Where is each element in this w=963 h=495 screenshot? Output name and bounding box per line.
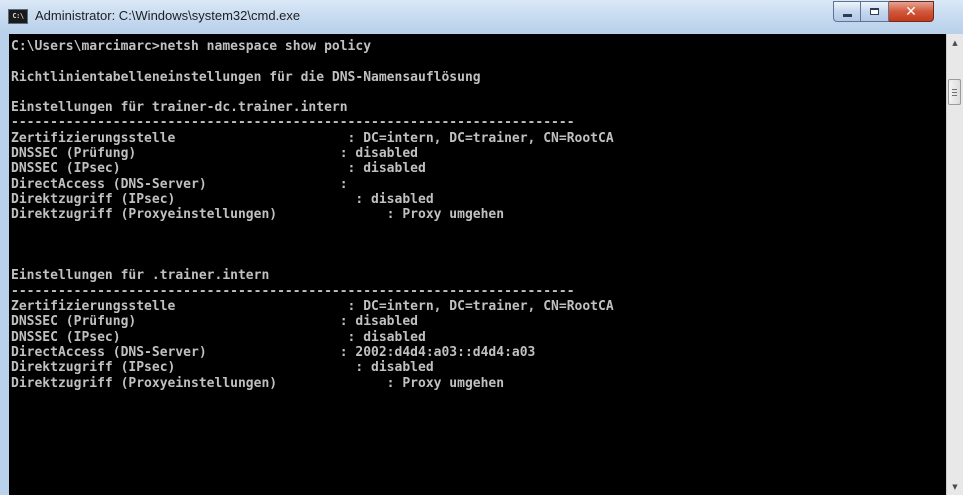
scroll-down-icon[interactable]: ▼ <box>947 478 963 495</box>
minimize-button[interactable] <box>833 1 861 22</box>
window-controls: ✕ <box>833 1 934 23</box>
thumb-grip-line <box>952 89 957 90</box>
scroll-thumb[interactable] <box>948 79 961 105</box>
window-title: Administrator: C:\Windows\system32\cmd.e… <box>35 8 301 23</box>
console-text: C:\Users\marcimarc>netsh namespace show … <box>11 39 614 391</box>
maximize-icon <box>870 8 879 15</box>
cmd-window: C:\ Administrator: C:\Windows\system32\c… <box>0 0 963 495</box>
minimize-icon <box>842 13 852 17</box>
thumb-grip-line <box>952 92 957 93</box>
cmd-icon[interactable]: C:\ <box>8 9 28 24</box>
close-icon: ✕ <box>905 3 917 20</box>
title-bar[interactable]: C:\ Administrator: C:\Windows\system32\c… <box>0 0 963 33</box>
scroll-up-icon[interactable]: ▲ <box>947 34 963 51</box>
close-button[interactable]: ✕ <box>889 1 934 22</box>
console-output[interactable]: C:\Users\marcimarc>netsh namespace show … <box>9 34 946 495</box>
vertical-scrollbar[interactable]: ▲ ▼ <box>946 34 963 495</box>
thumb-grip-line <box>952 95 957 96</box>
maximize-button[interactable] <box>861 1 889 22</box>
